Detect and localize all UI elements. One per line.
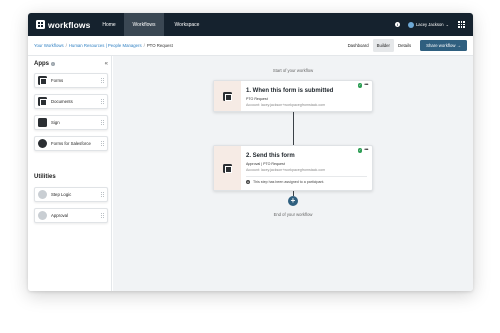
- apps-title: Apps: [34, 61, 49, 67]
- utility-card-approval[interactable]: Approval: [34, 208, 108, 223]
- app-window: workflows Home Workflows Workspace i Lac…: [28, 13, 473, 291]
- drag-handle-icon[interactable]: [101, 191, 104, 198]
- step-logic-icon: [38, 190, 47, 199]
- app-card-documents[interactable]: Documents: [34, 94, 108, 109]
- step-title: 2. Send this form: [246, 153, 295, 159]
- drag-handle-icon[interactable]: [101, 98, 104, 105]
- tab-dashboard[interactable]: Dashboard: [344, 39, 373, 52]
- forms-icon: [38, 76, 47, 85]
- breadcrumb-your-workflows[interactable]: Your Workflows: [34, 43, 64, 48]
- breadcrumb: Your Workflows / Human Resources | Peopl…: [34, 43, 173, 48]
- add-step-button[interactable]: +: [288, 196, 298, 206]
- workflow-header: Your Workflows / Human Resources | Peopl…: [28, 36, 473, 56]
- app-card-sign[interactable]: Sign: [34, 115, 108, 130]
- more-options-icon[interactable]: •••: [364, 148, 368, 153]
- app-card-label: Forms: [51, 78, 64, 83]
- forms-icon: [223, 163, 232, 173]
- top-navigation-bar: workflows Home Workflows Workspace i Lac…: [28, 13, 473, 36]
- logo-text: workflows: [48, 19, 91, 30]
- drag-handle-icon[interactable]: [101, 119, 104, 126]
- logo[interactable]: workflows: [36, 20, 94, 30]
- check-icon: ✓: [357, 148, 363, 153]
- utility-card-label: Step Logic: [51, 192, 72, 197]
- breadcrumb-folder[interactable]: Human Resources | People Managers: [69, 43, 142, 48]
- apps-sidebar: Apps i « Forms Documents Sign Forms for …: [28, 56, 112, 291]
- nav-tab-workspace[interactable]: Workspace: [164, 13, 210, 36]
- drag-handle-icon[interactable]: [101, 140, 104, 147]
- app-grid-icon[interactable]: [458, 21, 465, 28]
- share-workflow-button[interactable]: Share workflow →: [420, 40, 467, 51]
- participant-note: ● This step has been assigned to a parti…: [246, 175, 367, 184]
- sign-icon: [38, 118, 47, 127]
- avatar[interactable]: [407, 21, 414, 28]
- drag-handle-icon[interactable]: [101, 212, 104, 219]
- app-card-label: Documents: [51, 99, 73, 104]
- app-card-label: Forms for Salesforce: [51, 141, 91, 146]
- breadcrumb-separator: /: [143, 43, 145, 48]
- user-name[interactable]: Lacey Jackson: [416, 22, 444, 27]
- forms-icon: [223, 91, 232, 101]
- documents-icon: [38, 97, 47, 106]
- app-card-label: Sign: [51, 120, 60, 125]
- logo-icon: [36, 20, 45, 29]
- tab-details[interactable]: Details: [394, 39, 415, 52]
- more-options-icon[interactable]: •••: [364, 83, 368, 88]
- workflow-step-send-form[interactable]: ✓ ••• 2. Send this form Approval | PTO R…: [213, 145, 373, 191]
- step-title: 1. When this form is submitted: [246, 88, 334, 94]
- chevron-down-icon[interactable]: ⌄: [446, 22, 449, 27]
- utilities-title: Utilities: [34, 174, 56, 180]
- salesforce-forms-icon: [38, 139, 47, 148]
- utility-card-label: Approval: [51, 213, 68, 218]
- breadcrumb-current: PTO Request: [146, 43, 173, 48]
- step-subtitle: Approval | PTO Request: [246, 162, 285, 166]
- collapse-sidebar-icon[interactable]: «: [105, 61, 108, 67]
- approval-icon: [38, 211, 47, 220]
- step-account: Account: lacey.jackson+workpacegfromstac…: [246, 102, 326, 107]
- user-icon: ●: [246, 179, 250, 184]
- step-connector: [293, 112, 294, 145]
- app-card-forms[interactable]: Forms: [34, 73, 108, 88]
- info-icon[interactable]: i: [394, 22, 400, 27]
- breadcrumb-separator: /: [65, 43, 67, 48]
- utility-card-step-logic[interactable]: Step Logic: [34, 187, 108, 202]
- step-account: Account: lacey.jackson+workpacegfromstac…: [246, 167, 326, 172]
- check-icon: ✓: [357, 83, 363, 88]
- participant-note-text: This step has been assigned to a partici…: [253, 179, 325, 184]
- tab-builder[interactable]: Builder: [372, 39, 394, 52]
- app-card-forms-for-salesforce[interactable]: Forms for Salesforce: [34, 136, 108, 151]
- nav-tab-workflows[interactable]: Workflows: [124, 13, 164, 36]
- end-of-workflow-label: End of your workflow: [273, 212, 313, 217]
- nav-tab-home[interactable]: Home: [94, 13, 124, 36]
- workflow-canvas[interactable]: Start of your workflow ✓ ••• 1. When thi…: [113, 56, 473, 291]
- start-of-workflow-label: Start of your workflow: [272, 68, 314, 73]
- step-subtitle: PTO Request: [246, 97, 268, 101]
- drag-handle-icon[interactable]: [101, 77, 104, 84]
- workflow-step-trigger[interactable]: ✓ ••• 1. When this form is submitted PTO…: [213, 80, 373, 112]
- info-icon[interactable]: i: [51, 62, 55, 66]
